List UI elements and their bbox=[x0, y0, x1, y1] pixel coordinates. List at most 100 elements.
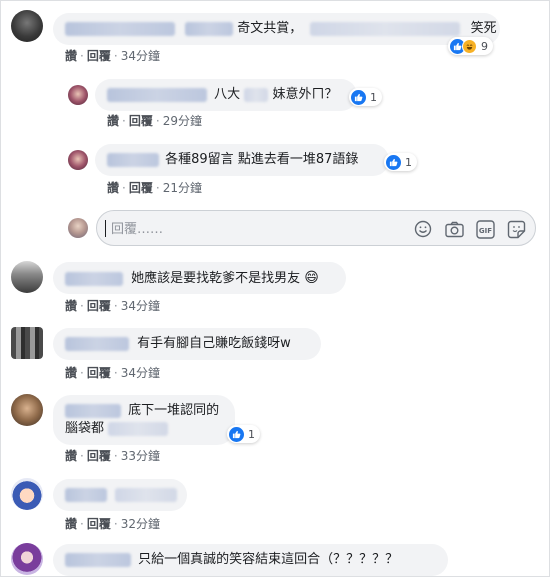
like-link[interactable]: 讚 bbox=[65, 49, 77, 63]
separator: · bbox=[113, 366, 118, 380]
comment-bubble: 有手有腳自己賺吃飯錢呀w bbox=[53, 328, 321, 360]
avatar[interactable] bbox=[68, 150, 88, 170]
comment-actions: 讚 · 回覆 · 29分鐘 bbox=[107, 112, 202, 129]
comment-actions: 讚 · 回覆 · 34分鐘 bbox=[65, 364, 160, 381]
sticker-icon[interactable] bbox=[506, 219, 526, 239]
commenter-name-blurred[interactable] bbox=[65, 552, 131, 567]
comment-bubble: 奇文共賞， 笑死 bbox=[53, 13, 500, 45]
blurred-text bbox=[310, 21, 461, 36]
current-user-avatar bbox=[68, 218, 88, 238]
reply-link[interactable]: 回覆 bbox=[87, 449, 111, 463]
like-link[interactable]: 讚 bbox=[65, 366, 77, 380]
blurred-text bbox=[244, 87, 269, 102]
comment-actions: 讚 · 回覆 · 34分鐘 bbox=[65, 297, 160, 314]
commenter-name-blurred[interactable] bbox=[107, 152, 159, 167]
blurred-text bbox=[108, 421, 169, 436]
commenter-name-blurred[interactable] bbox=[65, 403, 121, 418]
like-link[interactable]: 讚 bbox=[65, 517, 77, 531]
reply-link[interactable]: 回覆 bbox=[87, 299, 111, 313]
commenter-name-blurred[interactable] bbox=[65, 21, 175, 36]
reaction-count-number: 1 bbox=[405, 155, 412, 169]
reaction-count-number: 1 bbox=[370, 90, 377, 104]
comment-bubble: 只給一個真誠的笑容結束這回合（？？？？？ bbox=[53, 544, 448, 576]
separator: · bbox=[122, 114, 126, 128]
haha-icon bbox=[462, 38, 477, 54]
comment-text: 妹意外ㄇ？ bbox=[272, 87, 338, 102]
avatar[interactable] bbox=[11, 10, 43, 42]
commenter-name-blurred[interactable] bbox=[65, 271, 123, 286]
like-icon bbox=[229, 426, 244, 442]
separator: · bbox=[113, 49, 118, 63]
comment-text: 底下一堆認同的 bbox=[128, 403, 220, 418]
reply-input[interactable] bbox=[109, 218, 403, 240]
comment-actions: 讚 · 回覆 · 32分鐘 bbox=[65, 515, 160, 532]
like-link[interactable]: 讚 bbox=[107, 181, 119, 195]
like-link[interactable]: 讚 bbox=[107, 114, 119, 128]
comment-text: 有手有腳自己賺吃飯錢呀w bbox=[137, 336, 291, 351]
comment-text: 只給一個真誠的笑容結束這回合（？？？？？ bbox=[138, 552, 399, 567]
comment-text: 腦袋都 bbox=[65, 421, 105, 436]
avatar[interactable] bbox=[11, 543, 43, 575]
timestamp[interactable]: 32分鐘 bbox=[121, 517, 160, 531]
separator: · bbox=[155, 181, 160, 195]
reply-link[interactable]: 回覆 bbox=[87, 366, 111, 380]
like-icon bbox=[386, 154, 401, 170]
reaction-count[interactable]: 1 bbox=[384, 153, 417, 171]
comment-actions: 讚 · 回覆 · 21分鐘 bbox=[107, 179, 202, 196]
separator: · bbox=[113, 299, 118, 313]
reaction-count[interactable]: 1 bbox=[227, 425, 260, 443]
commenter-name-blurred[interactable] bbox=[65, 487, 107, 502]
separator: · bbox=[113, 449, 118, 463]
separator: · bbox=[80, 517, 84, 531]
timestamp[interactable]: 33分鐘 bbox=[121, 449, 160, 463]
timestamp[interactable]: 34分鐘 bbox=[121, 366, 160, 380]
comment-text: 各種89留言 點進去看一堆87語錄 bbox=[165, 152, 359, 167]
reply-link[interactable]: 回覆 bbox=[129, 181, 153, 195]
separator: · bbox=[80, 299, 84, 313]
separator: · bbox=[80, 366, 84, 380]
commenter-name-blurred bbox=[185, 21, 234, 36]
text-caret bbox=[105, 220, 106, 237]
avatar[interactable] bbox=[11, 478, 43, 510]
timestamp[interactable]: 21分鐘 bbox=[163, 181, 202, 195]
reply-link[interactable]: 回覆 bbox=[129, 114, 153, 128]
commenter-name-blurred[interactable] bbox=[107, 87, 207, 102]
grinning-emoji: 😄 bbox=[304, 270, 319, 286]
avatar[interactable] bbox=[11, 327, 43, 359]
comment-text: 她應該是要找乾爹不是找男友 bbox=[131, 271, 301, 286]
timestamp[interactable]: 34分鐘 bbox=[121, 49, 160, 63]
avatar[interactable] bbox=[11, 394, 43, 426]
comment-actions: 讚 · 回覆 · 33分鐘 bbox=[65, 447, 160, 464]
reaction-count[interactable]: 9 bbox=[448, 37, 493, 55]
like-link[interactable]: 讚 bbox=[65, 299, 77, 313]
separator: · bbox=[122, 181, 126, 195]
comment-text: 八大 bbox=[214, 87, 241, 102]
like-link[interactable]: 讚 bbox=[65, 449, 77, 463]
comment-thread: 奇文共賞， 笑死 9 讚 · 回覆 · 34分鐘 八大 妹意外ㄇ？ 1 讚 · 回覆 · 29分… bbox=[0, 0, 550, 577]
reaction-count-number: 9 bbox=[481, 39, 488, 53]
reply-bubble: 各種89留言 點進去看一堆87語錄 bbox=[95, 144, 389, 176]
timestamp[interactable]: 29分鐘 bbox=[163, 114, 202, 128]
reaction-count[interactable]: 1 bbox=[349, 88, 382, 106]
svg-text:GIF: GIF bbox=[478, 227, 491, 235]
blurred-text bbox=[115, 487, 178, 502]
avatar[interactable] bbox=[68, 85, 88, 105]
comment-bubble bbox=[53, 479, 187, 511]
reply-link[interactable]: 回覆 bbox=[87, 49, 111, 63]
avatar[interactable] bbox=[11, 261, 43, 293]
separator: · bbox=[80, 449, 84, 463]
reply-link[interactable]: 回覆 bbox=[87, 517, 111, 531]
reply-composer: GIF bbox=[96, 210, 536, 246]
emoji-icon[interactable] bbox=[413, 219, 433, 239]
gif-icon[interactable]: GIF bbox=[475, 219, 495, 239]
separator: · bbox=[155, 114, 160, 128]
comment-actions: 讚 · 回覆 · 34分鐘 bbox=[65, 47, 160, 64]
comment-text: 奇文共賞， bbox=[237, 21, 303, 36]
comment-bubble: 底下一堆認同的 腦袋都 bbox=[53, 395, 235, 445]
camera-icon[interactable] bbox=[444, 219, 464, 239]
comment-bubble: 她應該是要找乾爹不是找男友 😄 bbox=[53, 262, 346, 294]
like-icon bbox=[351, 89, 366, 105]
reply-bubble: 八大 妹意外ㄇ？ bbox=[95, 79, 357, 111]
commenter-name-blurred[interactable] bbox=[65, 336, 129, 351]
timestamp[interactable]: 34分鐘 bbox=[121, 299, 160, 313]
